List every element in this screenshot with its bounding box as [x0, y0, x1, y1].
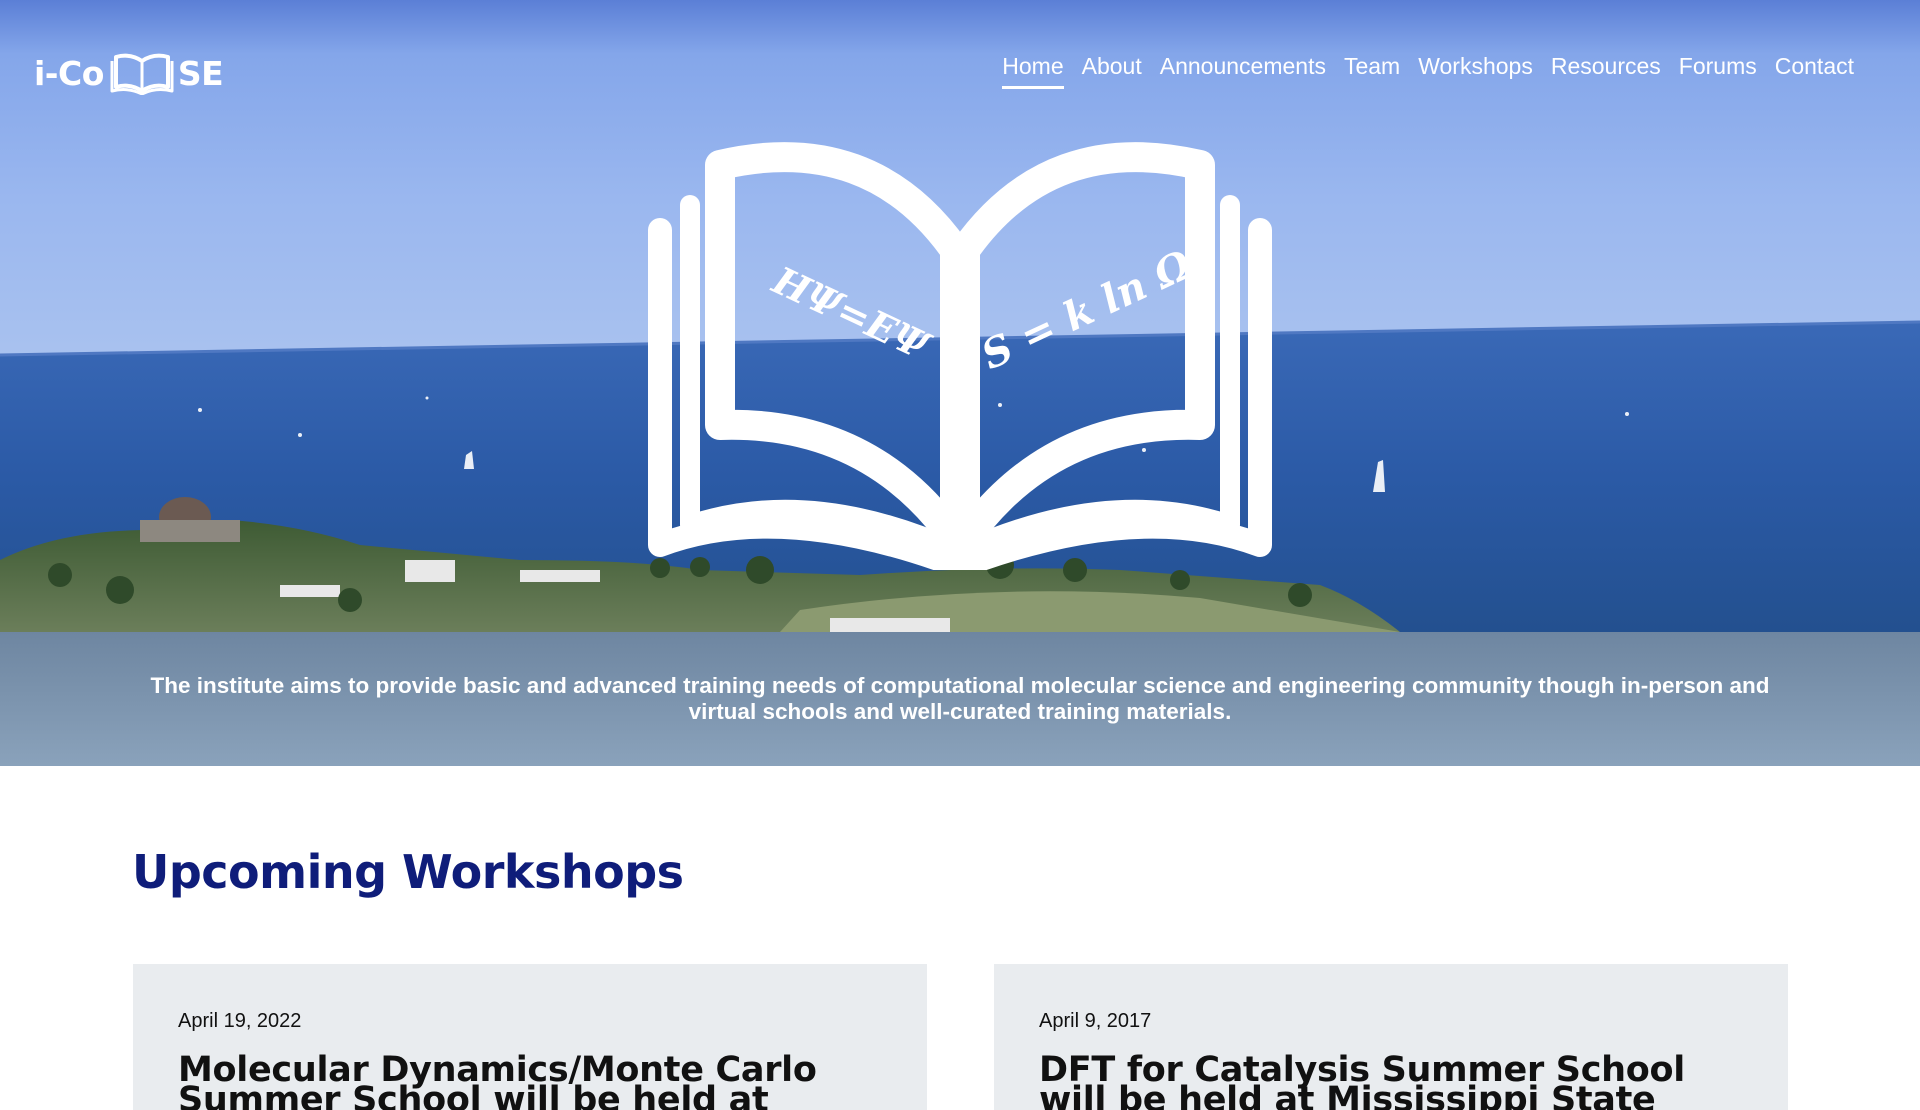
nav-team[interactable]: Team	[1344, 52, 1400, 89]
mission-banner: The institute aims to provide basic and …	[0, 632, 1920, 766]
equation-left: HΨ=EΨ	[765, 257, 938, 370]
workshop-title[interactable]: Molecular Dynamics/Monte Carlo Summer Sc…	[178, 1053, 882, 1110]
workshop-card[interactable]: April 19, 2022 Molecular Dynamics/Monte …	[133, 964, 927, 1110]
workshop-date: April 9, 2017	[1039, 1010, 1152, 1032]
nav-home[interactable]: Home	[1002, 52, 1064, 89]
workshop-card[interactable]: April 9, 2017 DFT for Catalysis Summer S…	[994, 964, 1788, 1110]
main-nav: Home About Announcements Team Workshops …	[1002, 52, 1854, 89]
section-heading-workshops: Upcoming Workshops	[132, 845, 684, 899]
nav-forums[interactable]: Forums	[1679, 52, 1757, 89]
mission-text: The institute aims to provide basic and …	[150, 673, 1770, 724]
nav-contact[interactable]: Contact	[1775, 52, 1854, 89]
equation-right: S = k ln Ω	[974, 241, 1199, 379]
nav-announcements[interactable]: Announcements	[1160, 52, 1326, 89]
workshop-title[interactable]: DFT for Catalysis Summer School will be …	[1039, 1053, 1743, 1110]
nav-workshops[interactable]: Workshops	[1418, 52, 1533, 89]
open-book-icon	[110, 53, 174, 95]
logo-text-suffix: SE	[177, 53, 224, 93]
logo-text-prefix: i-Co	[34, 53, 104, 93]
hero-book-graphic: HΨ=EΨ S = k ln Ω	[648, 142, 1272, 570]
nav-about[interactable]: About	[1082, 52, 1142, 89]
workshop-date: April 19, 2022	[178, 1010, 302, 1032]
nav-resources[interactable]: Resources	[1551, 52, 1661, 89]
site-logo[interactable]: i-Co SE	[34, 50, 224, 96]
hero-banner: i-Co SE Home About Announcements Team Wo…	[0, 0, 1920, 632]
